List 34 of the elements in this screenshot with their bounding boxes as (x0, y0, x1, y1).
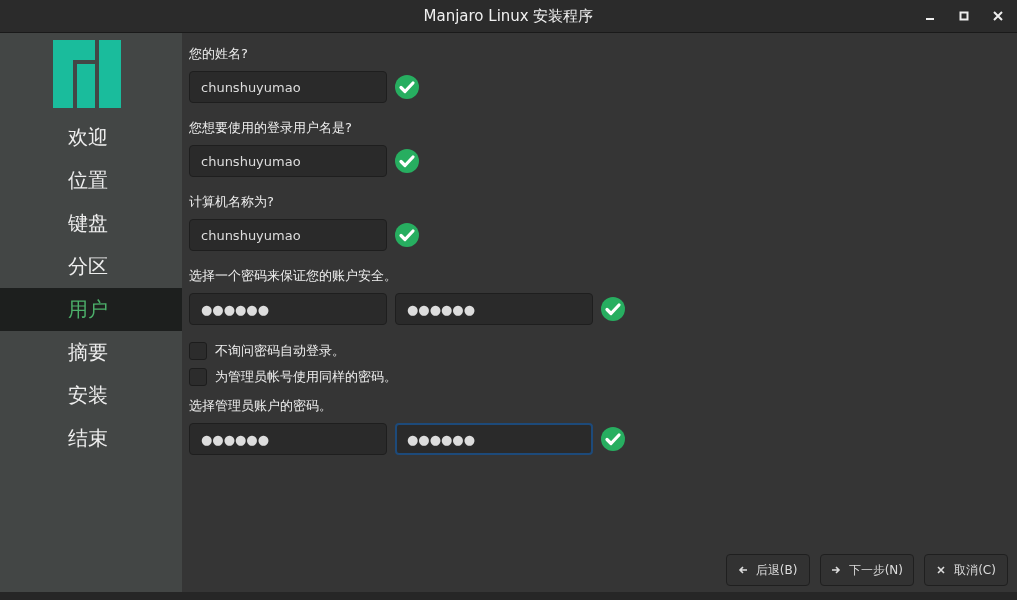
window-title: Manjaro Linux 安装程序 (423, 6, 594, 26)
sidebar-item[interactable]: 分区 (0, 245, 182, 288)
sidebar-item[interactable]: 位置 (0, 159, 182, 202)
sidebar-item[interactable]: 欢迎 (0, 116, 182, 159)
input-field[interactable]: chunshuyumao (189, 145, 387, 177)
cancel-button[interactable]: 取消(C) (924, 554, 1008, 586)
field-label: 您想要使用的登录用户名是? (189, 119, 352, 137)
field-label: 您的姓名? (189, 45, 248, 63)
sidebar-item[interactable]: 安装 (0, 374, 182, 417)
checkbox-label: 为管理员帐号使用同样的密码。 (215, 368, 397, 386)
field-label: 选择一个密码来保证您的账户安全。 (189, 267, 397, 285)
sidebar-item[interactable]: 键盘 (0, 202, 182, 245)
input-field[interactable]: ●●●●●● (395, 423, 593, 455)
input-field[interactable]: ●●●●●● (189, 293, 387, 325)
maximize-icon[interactable] (959, 11, 969, 21)
sidebar-item[interactable]: 摘要 (0, 331, 182, 374)
next-button[interactable]: 下一步(N) (819, 554, 914, 586)
back-button[interactable]: 后退(B) (725, 554, 810, 586)
checkbox[interactable] (189, 342, 207, 360)
checkbox-label: 不询问密码自动登录。 (215, 342, 345, 360)
sidebar-item[interactable]: 结束 (0, 417, 182, 460)
sidebar-item[interactable]: 用户 (0, 288, 182, 331)
input-field[interactable]: ●●●●●● (395, 293, 593, 325)
checkbox[interactable] (189, 368, 207, 386)
input-field[interactable]: ●●●●●● (189, 423, 387, 455)
close-icon[interactable] (993, 11, 1003, 21)
input-field[interactable]: chunshuyumao (189, 219, 387, 251)
field-label: 计算机名称为? (189, 193, 274, 211)
logo-icon (53, 40, 121, 108)
close-icon (936, 565, 947, 575)
field-label: 选择管理员账户的密码。 (189, 397, 332, 415)
arrow-right-icon (830, 565, 841, 575)
input-field[interactable]: chunshuyumao (189, 71, 387, 103)
arrow-left-icon (737, 565, 748, 575)
